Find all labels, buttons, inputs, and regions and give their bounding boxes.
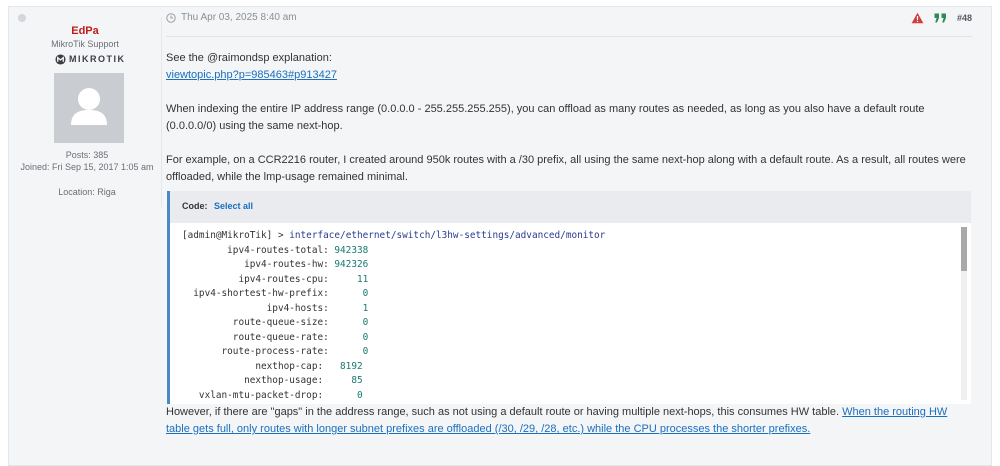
code-key: ipv4-routes-cpu: — [182, 273, 329, 285]
code-value: 0 — [323, 389, 363, 401]
post-actions: #48 — [911, 12, 972, 24]
profile-divider — [161, 17, 162, 207]
offline-status-dot — [18, 14, 26, 22]
author-joined: Joined: Fri Sep 15, 2017 1:05 am — [20, 162, 154, 172]
code-label: Code: — [182, 201, 208, 211]
post-paragraph: For example, on a CCR2216 router, I crea… — [166, 154, 966, 183]
author-avatar[interactable] — [54, 73, 124, 143]
quote-icon[interactable] — [934, 13, 947, 23]
post-link[interactable]: viewtopic.php?p=985463#p913427 — [166, 69, 337, 81]
clock-icon — [166, 12, 176, 23]
logo-text: MIKROTIK — [69, 54, 126, 64]
code-key: route-queue-size: — [182, 317, 329, 328]
avatar-placeholder-icon — [71, 88, 107, 125]
author-location: Location: Riga — [58, 187, 116, 197]
code-value: 8192 — [323, 360, 363, 372]
post-number[interactable]: #48 — [957, 13, 972, 23]
code-output-line: ipv4-routes-total: 942338 — [182, 244, 605, 259]
code-lines: [admin@MikroTik] > interface/ethernet/sw… — [182, 229, 605, 403]
code-output-line: ipv4-routes-hw: 942326 — [182, 258, 605, 273]
mikrotik-logo-icon — [55, 53, 66, 65]
code-value: 942338 — [328, 244, 369, 256]
code-key: nexthop-usage: — [182, 375, 324, 386]
code-output-line: ipv4-routes-cpu: 11 — [182, 273, 605, 288]
code-key: ipv4-shortest-hw-prefix: — [182, 288, 329, 299]
code-value: 85 — [323, 375, 363, 386]
post-date: Thu Apr 03, 2025 8:40 am — [166, 12, 297, 23]
post-header: Thu Apr 03, 2025 8:40 am #48 — [166, 12, 972, 32]
code-title: Code: Select all — [182, 201, 253, 211]
author-posts: Posts: 385 — [65, 150, 109, 160]
post-date-text[interactable]: Thu Apr 03, 2025 8:40 am — [181, 12, 297, 23]
code-value: 0 — [328, 288, 369, 299]
code-output-line: route-queue-size: 0 — [182, 316, 605, 331]
code-scrollbar-thumb[interactable] — [961, 227, 967, 271]
code-key: ipv4-hosts: — [182, 302, 329, 314]
code-value: 0 — [328, 346, 369, 357]
code-key: vxlan-mtu-packet-drop: — [182, 389, 324, 401]
code-command-line: [admin@MikroTik] > interface/ethernet/sw… — [182, 229, 605, 244]
report-icon[interactable] — [911, 12, 924, 24]
code-box: Code: Select all [admin@MikroTik] > inte… — [167, 191, 971, 404]
code-key: route-process-rate: — [182, 346, 329, 357]
post-paragraph-final: However, if there are "gaps" in the addr… — [166, 404, 972, 438]
code-key: ipv4-routes-hw: — [182, 259, 329, 270]
code-key: route-queue-rate: — [182, 331, 329, 343]
post-paragraph: When indexing the entire IP address rang… — [166, 103, 925, 132]
code-area[interactable]: [admin@MikroTik] > interface/ethernet/sw… — [170, 223, 971, 404]
code-output-line: nexthop-usage: 85 — [182, 374, 605, 389]
code-value: 1 — [328, 302, 369, 314]
author-username[interactable]: EdPa — [9, 25, 161, 37]
code-output-line: route-queue-rate: 0 — [182, 331, 605, 346]
code-output-line: vxlan-mtu-packet-drop: 0 — [182, 389, 605, 404]
code-value: 11 — [328, 273, 369, 285]
code-scrollbar[interactable] — [961, 227, 967, 400]
code-command: interface/ethernet/switch/l3hw-settings/… — [289, 230, 606, 241]
post-paragraph-text: However, if there are "gaps" in the addr… — [166, 406, 840, 418]
post-paragraph: See the @raimondsp explanation: — [166, 52, 332, 64]
code-key: ipv4-routes-total: — [182, 244, 329, 256]
header-divider — [166, 36, 972, 37]
code-value: 0 — [328, 331, 369, 343]
author-rank: MikroTik Support — [51, 39, 119, 49]
post-content: See the @raimondsp explanation: viewtopi… — [166, 50, 972, 186]
code-value: 942326 — [328, 259, 369, 270]
code-output-line: nexthop-cap: 8192 — [182, 360, 605, 375]
code-key: nexthop-cap: — [182, 360, 324, 372]
code-output-line: route-process-rate: 0 — [182, 345, 605, 360]
code-value: 0 — [328, 317, 369, 328]
mikrotik-logo: MIKROTIK — [55, 53, 126, 65]
code-prompt: [admin@MikroTik] > — [182, 230, 290, 241]
select-all-link[interactable]: Select all — [214, 201, 253, 211]
code-output-line: ipv4-shortest-hw-prefix: 0 — [182, 287, 605, 302]
code-output-line: ipv4-hosts: 1 — [182, 302, 605, 317]
